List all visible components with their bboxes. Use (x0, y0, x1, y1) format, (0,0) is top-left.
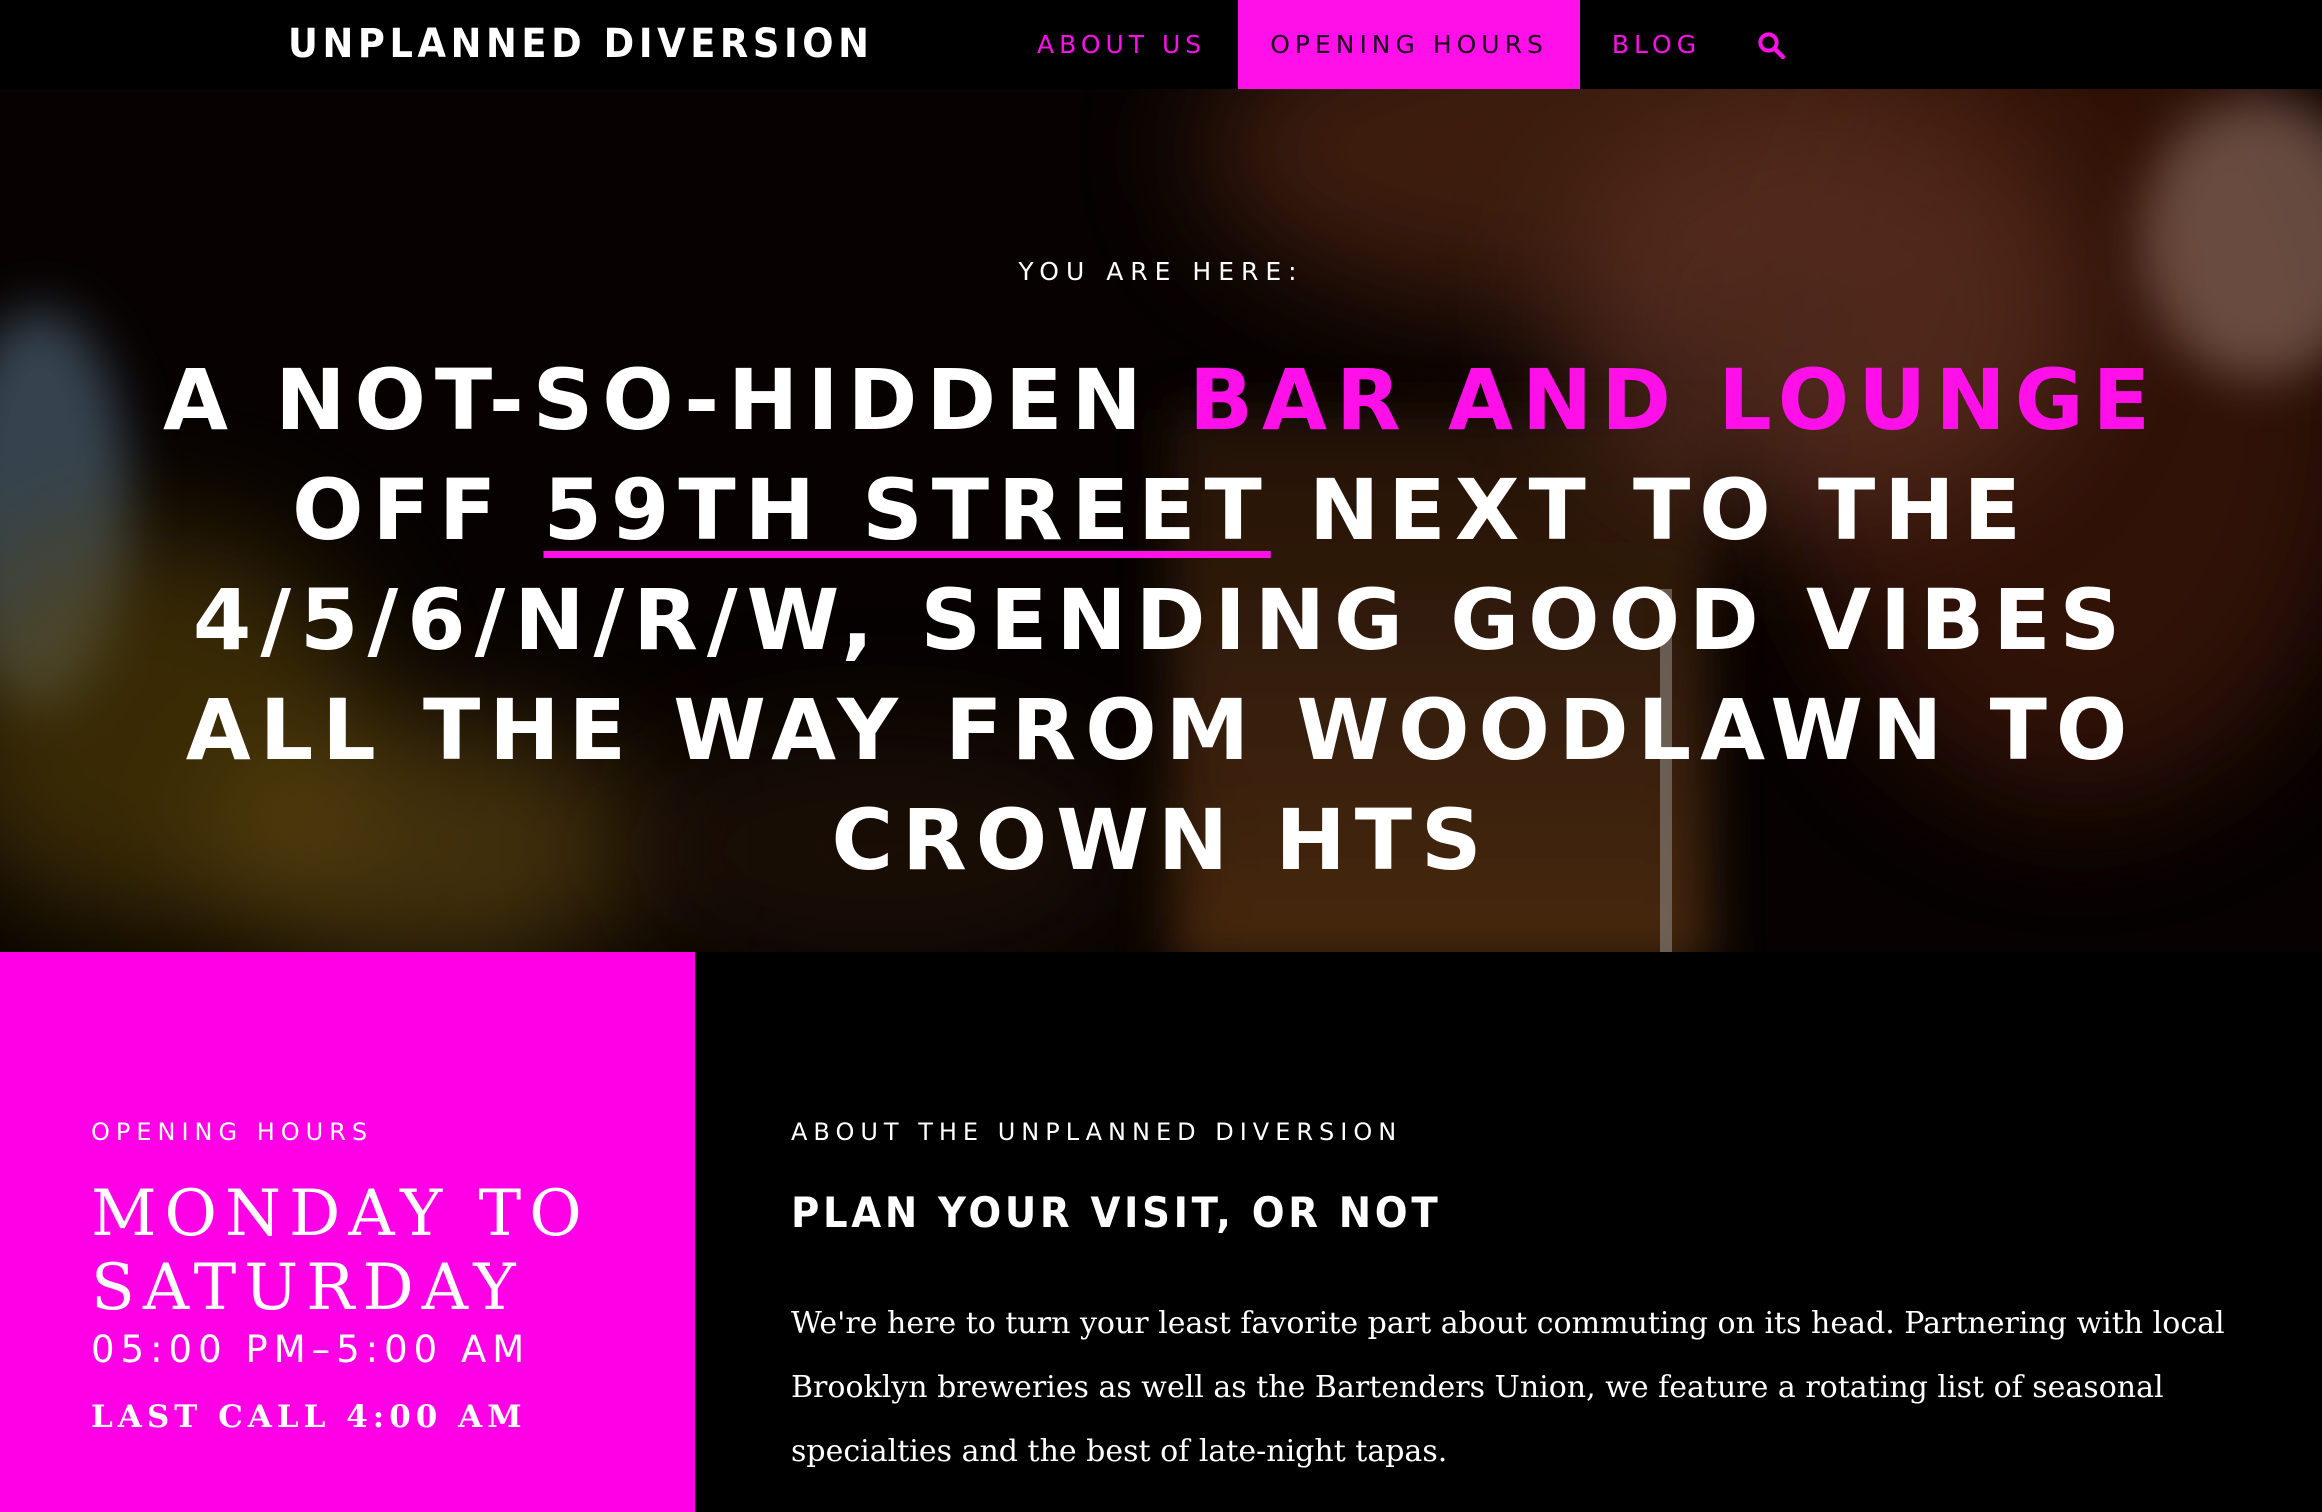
headline-location-link[interactable]: 59th Street (543, 461, 1270, 559)
about-body: We're here to turn your least favorite p… (791, 1306, 2225, 1469)
nav-link-about-us[interactable]: ABOUT US (1005, 0, 1238, 89)
headline-highlight: bar and lounge (1189, 351, 2160, 449)
nav-menu: ABOUT US OPENING HOURS BLOG (1005, 0, 1809, 89)
about-section: ABOUT THE UNPLANNED DIVERSION PLAN YOUR … (695, 952, 2322, 1512)
top-nav: UNPLANNED DIVERSION ABOUT US OPENING HOU… (0, 0, 2322, 89)
opening-days: Monday to Saturday (91, 1177, 590, 1325)
opening-time: 05:00 PM–5:00 AM (91, 1328, 531, 1371)
search-icon[interactable] (1733, 0, 1809, 89)
headline-text-1: A not-so-hidden (162, 351, 1189, 449)
opening-hours-panel: OPENING HOURS Monday to Saturday 05:00 P… (0, 952, 695, 1512)
brand-logo-link[interactable]: UNPLANNED DIVERSION (288, 16, 874, 72)
headline-text-2: off (292, 461, 544, 559)
hero-eyebrow: YOU ARE HERE: (1018, 257, 1304, 286)
nav-link-blog[interactable]: BLOG (1580, 0, 1733, 89)
about-title: PLAN YOUR VISIT, OR NOT (791, 1188, 1442, 1237)
hero-headline: A not-so-hidden bar and lounge off 59th … (110, 345, 2212, 895)
nav-link-opening-hours[interactable]: OPENING HOURS (1238, 0, 1580, 89)
opening-hours-label: OPENING HOURS (91, 1118, 374, 1146)
hero-section: YOU ARE HERE: A not-so-hidden bar and lo… (0, 89, 2322, 952)
last-call: LAST CALL 4:00 AM (91, 1399, 527, 1435)
about-label: ABOUT THE UNPLANNED DIVERSION (791, 1118, 1403, 1146)
